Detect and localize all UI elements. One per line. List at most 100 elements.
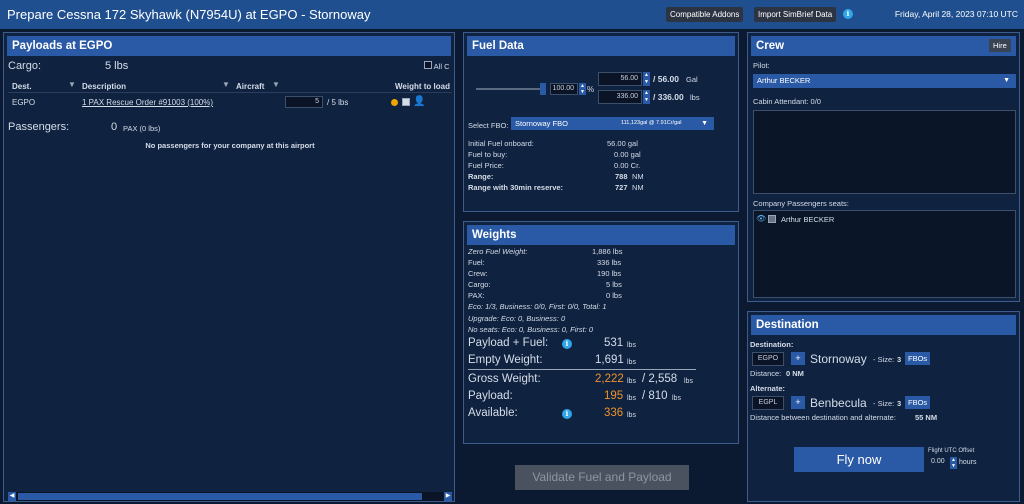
percent-unit: % [587, 85, 595, 94]
qty-input[interactable]: 5 [285, 96, 323, 108]
fuel-price-value: 0.00 Cr. [614, 161, 641, 170]
hours-label: hours [959, 459, 977, 466]
add-alternate-button[interactable]: + [791, 396, 805, 409]
horizontal-scrollbar[interactable]: ◀ ▶ [8, 492, 452, 501]
lbs-unit: lbs [684, 378, 693, 385]
lbs-unit: lbs [627, 395, 636, 402]
weights-title: Weights [467, 225, 735, 245]
cargo-weight-value: 5 lbs [606, 280, 622, 289]
zfw-label: Zero Fuel Weight: [468, 247, 528, 256]
filter-icon[interactable]: ▼ [272, 80, 280, 89]
fuel-to-buy-label: Fuel to buy: [468, 150, 508, 159]
utc-offset-input[interactable]: 0.00 [931, 458, 945, 465]
fuel-price-label: Fuel Price: [468, 161, 504, 170]
no-passengers-message: No passengers for your company at this a… [145, 141, 315, 150]
alternate-code-input[interactable]: EGPL [752, 396, 784, 410]
destination-size-label: - Size: [873, 355, 895, 364]
between-label: Distance between destination and alterna… [750, 413, 896, 422]
cargo-weight-label: Cargo: [468, 280, 491, 289]
fbo-name: Stornoway FBO [515, 119, 568, 128]
scroll-left-icon[interactable]: ◀ [8, 492, 16, 501]
upgrade-line: Upgrade: Eco: 0, Business: 0 [468, 314, 566, 323]
compatible-addons-button[interactable]: Compatible Addons [666, 7, 744, 22]
divider [468, 369, 696, 370]
alternate-fbos-button[interactable]: FBOs [905, 396, 931, 409]
empty-weight-label: Empty Weight: [468, 354, 543, 366]
chevron-down-icon: ▼ [1003, 77, 1010, 84]
fuel-slider-handle[interactable] [540, 83, 546, 95]
fuel-percent-input[interactable]: 100.00 [550, 83, 578, 95]
gross-weight-value: 2,222 [595, 373, 624, 385]
filter-icon[interactable]: ▼ [222, 80, 230, 89]
fuel-slider[interactable] [476, 88, 546, 90]
load-checkbox[interactable] [402, 98, 410, 106]
hire-button[interactable]: Hire [989, 39, 1011, 52]
utc-spinner[interactable]: ▲ ▼ [950, 457, 957, 469]
gal-spinner[interactable]: ▲ ▼ [643, 72, 650, 86]
no-seats-line: No seats: Eco: 0, Business: 0, First: 0 [468, 325, 594, 334]
range-30-label: Range with 30min reserve: [468, 183, 564, 192]
destination-name: Stornoway [810, 352, 867, 366]
import-simbrief-button[interactable]: Import SimBrief Data [754, 7, 837, 22]
between-value: 55 NM [915, 413, 938, 422]
destination-panel: Destination Destination: EGPO + Stornowa… [747, 311, 1020, 502]
table-header: Dest. ▼ Description ▼ Aircraft ▼ Weight … [8, 79, 452, 93]
seat-name: Arthur BECKER [781, 215, 835, 224]
seat-checkbox[interactable] [768, 215, 776, 223]
lbs-unit: lbs [690, 93, 700, 102]
alternate-size-label: - Size: [873, 399, 895, 408]
lbs-input[interactable]: 336.00 [598, 90, 642, 104]
scroll-thumb[interactable] [18, 493, 422, 500]
range-30-unit: NM [632, 183, 644, 192]
destination-fbos-button[interactable]: FBOs [905, 352, 931, 365]
lbs-spinner[interactable]: ▲ ▼ [643, 90, 650, 104]
info-icon[interactable]: i [562, 409, 572, 419]
crew-weight-label: Crew: [468, 269, 488, 278]
payload-label: Payload: [468, 390, 513, 402]
weights-panel: Weights Zero Fuel Weight: 1,886 lbs Fuel… [463, 221, 739, 444]
validate-button[interactable]: Validate Fuel and Payload [515, 465, 689, 490]
info-icon[interactable]: i [843, 9, 853, 19]
destination-code-input[interactable]: EGPO [752, 352, 784, 366]
lbs-unit: lbs [672, 395, 681, 402]
add-destination-button[interactable]: + [791, 352, 805, 365]
payload-fuel-value: 531 [604, 337, 624, 349]
fbo-price: 111,123gal @ 7.91Cr/gal [621, 120, 682, 126]
all-cargo-label: All C [433, 62, 450, 71]
destination-size-value: 3 [897, 355, 902, 364]
crew-panel: Crew Hire Pilot: Arthur BECKER ▼ Cabin A… [747, 32, 1020, 302]
gal-unit: Gal [686, 75, 698, 84]
row-description[interactable]: 1 PAX Rescue Order #91003 (100%) [82, 98, 213, 107]
info-icon[interactable]: i [562, 339, 572, 349]
payloads-title: Payloads at EGPO [7, 36, 451, 56]
table-row[interactable]: EGPO 1 PAX Rescue Order #91003 (100%) 5 … [8, 95, 452, 109]
alternate-size-value: 3 [897, 399, 902, 408]
fuel-weight-value: 336 lbs [597, 258, 622, 267]
lbs-total: / 336.00 [653, 92, 684, 102]
pax-weight-label: PAX: [468, 291, 485, 300]
fly-now-button[interactable]: Fly now [794, 447, 924, 472]
gross-weight-max: / 2,558 [642, 373, 678, 385]
pilot-select[interactable]: Arthur BECKER ▼ [753, 74, 1016, 88]
eye-icon[interactable]: 👁 [756, 214, 766, 223]
datetime: Friday, April 28, 2023 07:10 UTC [894, 9, 1018, 19]
gal-input[interactable]: 56.00 [598, 72, 642, 86]
title-bar: Prepare Cessna 172 Skyhawk (N7954U) at E… [0, 0, 1024, 29]
empty-weight-value: 1,691 [595, 354, 624, 366]
col-description: Description [82, 82, 127, 91]
all-cargo-checkbox[interactable] [424, 61, 432, 69]
passengers-value: 0 [111, 121, 118, 133]
alternate-name: Benbecula [810, 396, 867, 410]
filter-icon[interactable]: ▼ [68, 80, 76, 89]
destination-label: Destination: [750, 340, 794, 349]
percent-spinner[interactable]: ▲ ▼ [579, 83, 586, 95]
scroll-right-icon[interactable]: ▶ [444, 492, 452, 501]
col-weight-to-load: Weight to load [395, 82, 450, 91]
fuel-title: Fuel Data [467, 36, 735, 56]
fbo-select[interactable]: Stornoway FBO 111,123gal @ 7.91Cr/gal ▼ [511, 117, 714, 130]
range-30-value: 727 [615, 183, 628, 192]
zfw-value: 1,886 lbs [592, 247, 623, 256]
lbs-unit: lbs [627, 412, 636, 419]
all-cargo-toggle[interactable]: All C [424, 61, 450, 71]
passengers-label: Passengers: [8, 121, 70, 133]
